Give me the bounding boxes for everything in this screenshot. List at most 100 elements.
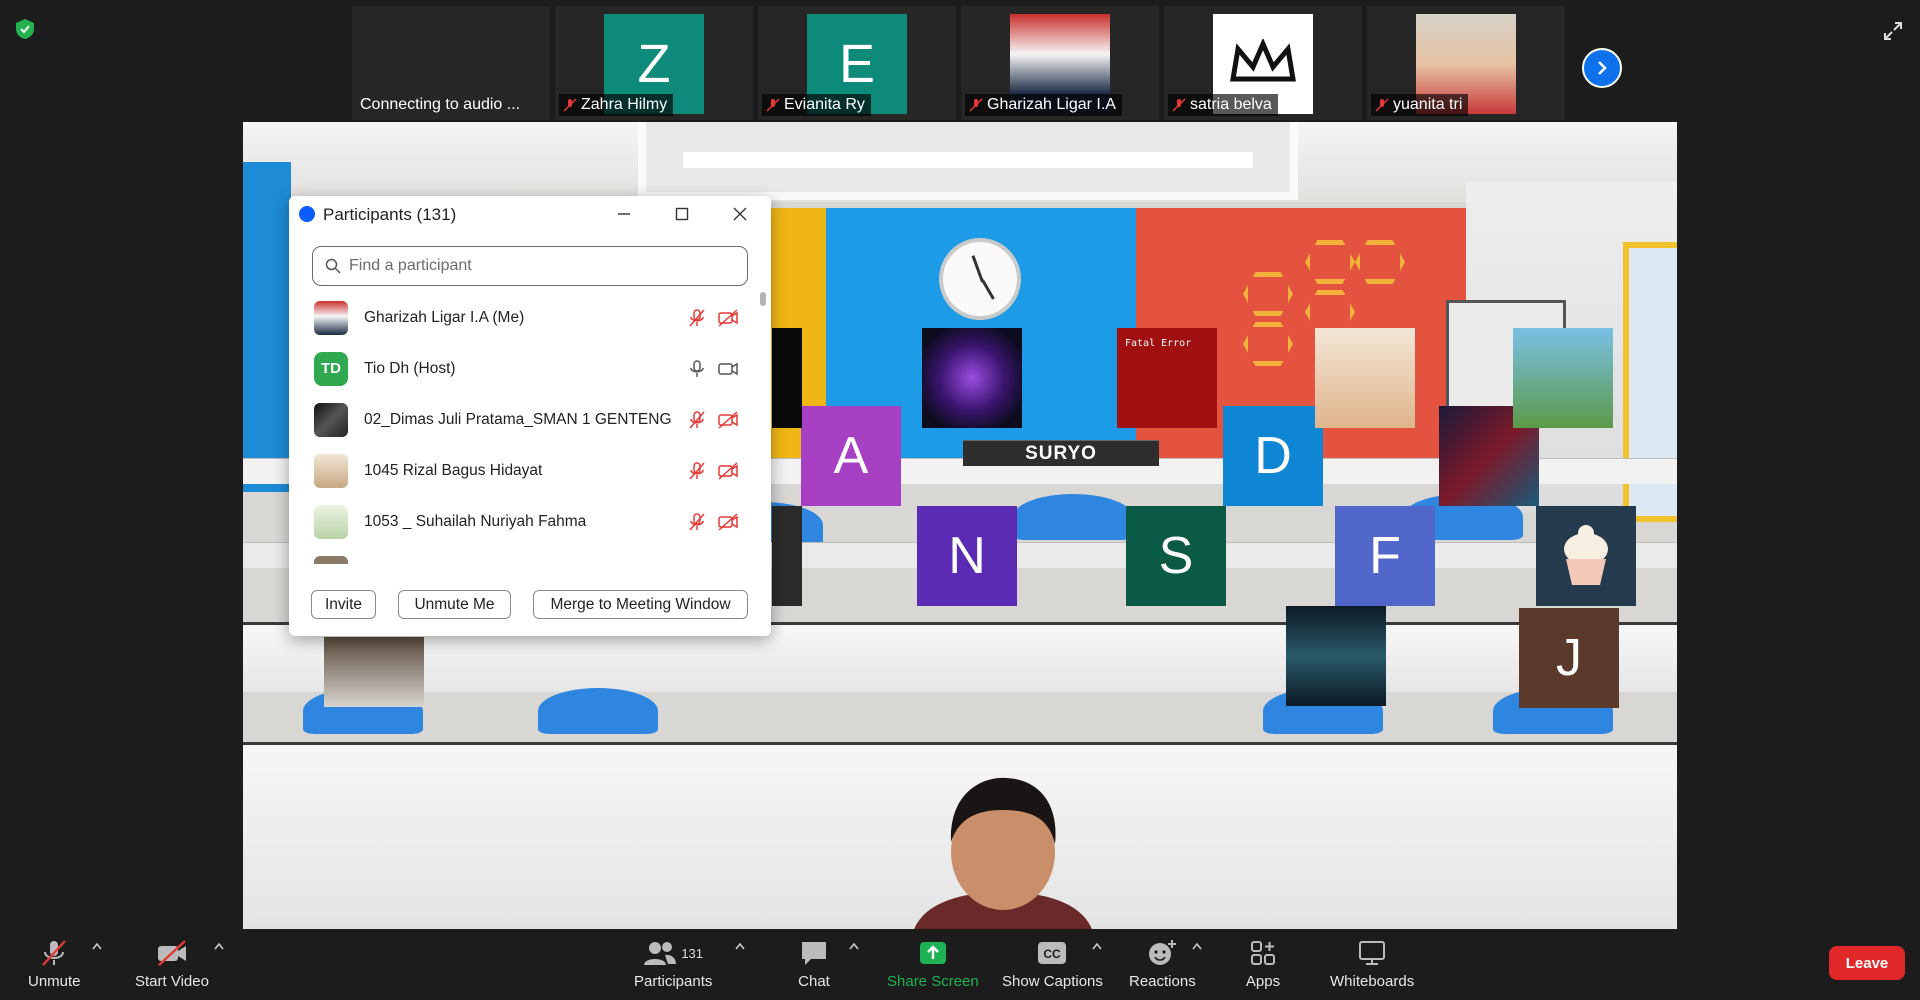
participant-tile[interactable]: F <box>1335 506 1435 606</box>
thumbnail-satria[interactable]: satria belva <box>1164 6 1362 120</box>
unmute-button[interactable]: Unmute <box>28 937 81 990</box>
whiteboards-button[interactable]: Whiteboards <box>1330 937 1414 990</box>
video-feed-tile[interactable] <box>324 637 424 707</box>
participant-tile[interactable]: S <box>1126 506 1226 606</box>
chevron-up-icon[interactable] <box>848 941 860 951</box>
participant-list: Gharizah Ligar I.A (Me) TD Tio Dh (Host)… <box>289 292 759 564</box>
top-thumbnail-strip: Connecting to audio ... Z Zahra Hilmy E … <box>0 0 1920 122</box>
maximize-button[interactable] <box>671 204 693 224</box>
next-page-button[interactable] <box>1582 48 1622 88</box>
galaxy-avatar-tile[interactable] <box>922 328 1022 428</box>
fullscreen-icon[interactable] <box>1882 20 1904 42</box>
chevron-up-icon[interactable] <box>1091 941 1103 951</box>
merge-to-meeting-window-button[interactable]: Merge to Meeting Window <box>533 590 748 619</box>
mic-muted-icon[interactable] <box>687 461 707 481</box>
scroll-thumb[interactable] <box>760 292 766 306</box>
chair <box>538 688 658 734</box>
thumbnail-connecting[interactable]: Connecting to audio ... <box>352 6 550 120</box>
participant-status <box>687 410 739 430</box>
chevron-up-icon[interactable] <box>91 941 103 951</box>
video-off-icon[interactable] <box>717 308 739 328</box>
mic-muted-icon <box>1172 98 1186 112</box>
chat-icon <box>802 942 826 965</box>
participant-status <box>687 359 739 379</box>
participant-row[interactable]: 02_Dimas Juli Pratama_SMAN 1 GENTENG <box>289 394 759 445</box>
chair <box>1013 494 1133 540</box>
chevron-up-icon[interactable] <box>1191 941 1203 951</box>
thumbnail-name: satria belva <box>1168 94 1278 116</box>
start-video-button[interactable]: Start Video <box>135 937 209 990</box>
apps-icon <box>1251 941 1275 965</box>
anime-avatar-tile[interactable] <box>1513 328 1613 428</box>
participant-name: 1045 Rizal Bagus Hidayat <box>364 461 543 479</box>
mic-muted-icon[interactable] <box>687 308 707 328</box>
mic-muted-icon[interactable] <box>687 512 707 532</box>
participant-row[interactable]: 1053 _ Suhailah Nuriyah Fahma <box>289 496 759 547</box>
share-screen-button[interactable]: Share Screen <box>887 937 979 990</box>
cupcake-avatar-tile[interactable] <box>1536 506 1636 606</box>
video-feed-tile[interactable] <box>772 506 802 606</box>
apps-button[interactable]: Apps <box>1245 937 1281 990</box>
unmute-me-button[interactable]: Unmute Me <box>398 590 511 619</box>
invite-button[interactable]: Invite <box>311 590 376 619</box>
participant-list-scrollbar[interactable] <box>759 290 767 566</box>
avatar: TD <box>314 351 348 386</box>
reactions-label: Reactions <box>1129 973 1196 990</box>
thumbnail-name: Evianita Ry <box>762 94 871 116</box>
video-off-icon <box>157 940 186 966</box>
participants-panel: Participants (131) Gharizah Ligar I.A (M… <box>289 196 771 636</box>
participant-tile[interactable]: D <box>1223 406 1323 506</box>
video-icon[interactable] <box>717 359 739 379</box>
search-icon <box>325 258 341 274</box>
share-screen-label: Share Screen <box>887 973 979 990</box>
minimize-button[interactable] <box>613 204 635 224</box>
participant-tile[interactable]: N <box>917 506 1017 606</box>
avatar <box>314 300 348 335</box>
fatal-error-tile[interactable]: Fatal Error <box>1117 328 1217 428</box>
participants-button[interactable]: 131 Participants <box>634 937 712 990</box>
chevron-up-icon[interactable] <box>213 941 225 951</box>
participants-count: 131 <box>681 945 704 961</box>
participant-row[interactable]: Gharizah Ligar I.A (Me) <box>289 292 759 343</box>
thumbnail-zahra[interactable]: Z Zahra Hilmy <box>555 6 753 120</box>
participant-search[interactable] <box>312 246 748 286</box>
anime-avatar-tile[interactable] <box>1315 328 1415 428</box>
video-feed-tile[interactable] <box>772 328 802 428</box>
thumbnail-name: Gharizah Ligar I.A <box>965 94 1122 116</box>
minimize-icon <box>618 213 630 215</box>
photo-avatar-tile[interactable] <box>1286 606 1386 706</box>
thumbnail-yuanita[interactable]: yuanita tri <box>1367 6 1565 120</box>
chat-button[interactable]: Chat <box>796 937 832 990</box>
close-button[interactable] <box>729 204 751 224</box>
thumbnail-evianita[interactable]: E Evianita Ry <box>758 6 956 120</box>
mic-muted-icon[interactable] <box>687 410 707 430</box>
svg-text:CC: CC <box>1044 947 1062 961</box>
avatar <box>314 555 348 564</box>
video-off-icon[interactable] <box>717 461 739 481</box>
avatar <box>314 504 348 539</box>
video-off-icon[interactable] <box>717 512 739 532</box>
reactions-button[interactable]: Reactions <box>1129 937 1196 990</box>
mic-muted-icon <box>1375 98 1389 112</box>
participant-row[interactable]: 1045 Rizal Bagus Hidayat <box>289 445 759 496</box>
participant-tile[interactable]: A <box>801 406 901 506</box>
participant-name: Gharizah Ligar I.A (Me) <box>364 308 525 326</box>
shield-check-icon[interactable] <box>14 18 36 40</box>
participant-tile[interactable]: J <box>1519 608 1619 708</box>
video-off-icon[interactable] <box>717 410 739 430</box>
avatar <box>314 453 348 488</box>
close-icon <box>733 207 747 221</box>
search-input[interactable] <box>349 257 729 275</box>
avatar <box>314 402 348 437</box>
whiteboards-label: Whiteboards <box>1330 973 1415 990</box>
chevron-up-icon[interactable] <box>734 941 746 951</box>
participant-row[interactable]: TD Tio Dh (Host) <box>289 343 759 394</box>
zoom-logo-icon <box>299 206 315 222</box>
participant-row-partial[interactable] <box>289 547 759 564</box>
thumbnail-gharizah[interactable]: Gharizah Ligar I.A <box>961 6 1159 120</box>
share-screen-icon <box>919 942 946 964</box>
mic-icon[interactable] <box>687 359 707 379</box>
unmute-label: Unmute <box>28 973 81 990</box>
show-captions-button[interactable]: CC Show Captions <box>1002 937 1103 990</box>
leave-button[interactable]: Leave <box>1829 946 1905 980</box>
